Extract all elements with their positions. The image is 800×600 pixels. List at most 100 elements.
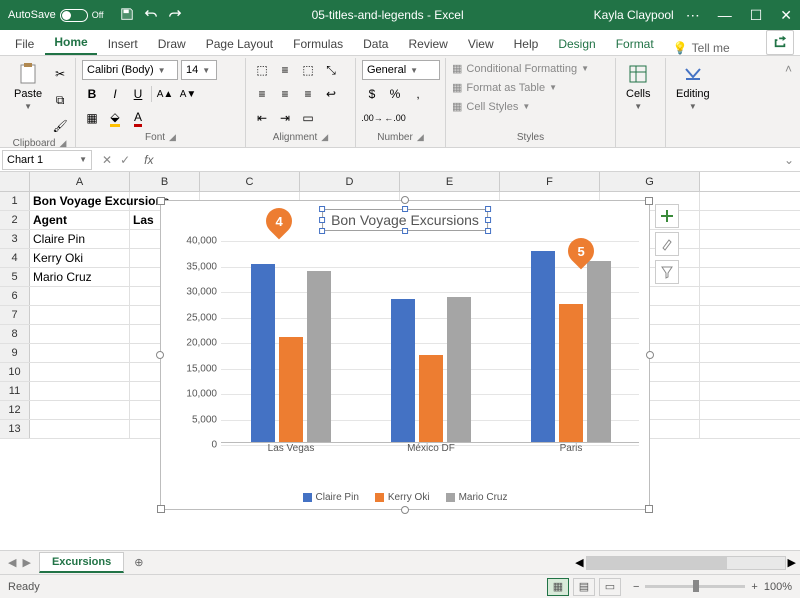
chart-bar[interactable] xyxy=(587,261,611,442)
orientation-icon[interactable]: ⤡ xyxy=(321,60,341,80)
chart-bar[interactable] xyxy=(251,264,275,443)
hscrollbar[interactable] xyxy=(586,556,786,570)
cell[interactable] xyxy=(30,363,130,381)
cell[interactable] xyxy=(30,325,130,343)
column-header[interactable]: E xyxy=(400,172,500,191)
column-header[interactable]: G xyxy=(600,172,700,191)
fill-color-icon[interactable]: ⬙ xyxy=(105,108,125,128)
decrease-font-icon[interactable]: A▼ xyxy=(178,84,198,104)
chart-bar[interactable] xyxy=(307,271,331,442)
chart-title[interactable]: Bon Voyage Excursions xyxy=(322,209,488,231)
collapse-ribbon-icon[interactable]: ˄ xyxy=(781,58,796,147)
chart-bar[interactable] xyxy=(447,297,471,442)
chart-handle[interactable] xyxy=(645,505,653,513)
expand-formula-bar-icon[interactable]: ⌄ xyxy=(778,153,800,167)
align-bottom-icon[interactable]: ⬚ xyxy=(298,60,318,80)
cell[interactable]: Agent xyxy=(30,211,130,229)
cell[interactable] xyxy=(30,344,130,362)
alignment-launcher-icon[interactable]: ◢ xyxy=(321,132,328,143)
tab-home[interactable]: Home xyxy=(45,31,96,55)
tab-file[interactable]: File xyxy=(6,33,43,55)
row-header[interactable]: 10 xyxy=(0,363,30,381)
column-header[interactable]: A xyxy=(30,172,130,191)
font-launcher-icon[interactable]: ◢ xyxy=(169,132,176,143)
sheet-nav-prev-icon[interactable]: ◀ xyxy=(8,556,16,569)
row-header[interactable]: 6 xyxy=(0,287,30,305)
tab-insert[interactable]: Insert xyxy=(99,33,147,55)
row-header[interactable]: 4 xyxy=(0,249,30,267)
editing-button[interactable]: Editing ▼ xyxy=(672,60,714,113)
increase-font-icon[interactable]: A▲ xyxy=(155,84,175,104)
decrease-indent-icon[interactable]: ⇤ xyxy=(252,108,272,128)
percent-format-icon[interactable]: % xyxy=(385,84,405,104)
tab-draw[interactable]: Draw xyxy=(149,33,195,55)
column-header[interactable]: C xyxy=(200,172,300,191)
column-header[interactable]: D xyxy=(300,172,400,191)
zoom-in-button[interactable]: + xyxy=(751,581,757,593)
hscroll-right-icon[interactable]: ▶ xyxy=(788,556,796,569)
row-header[interactable]: 5 xyxy=(0,268,30,286)
close-icon[interactable]: ✕ xyxy=(780,7,792,24)
paste-button[interactable]: Paste ▼ xyxy=(10,60,46,113)
chart-handle[interactable] xyxy=(401,196,409,204)
name-box[interactable]: Chart 1▼ xyxy=(2,150,92,170)
zoom-out-button[interactable]: − xyxy=(633,581,639,593)
cell[interactable]: Mario Cruz xyxy=(30,268,130,286)
cells-button[interactable]: Cells ▼ xyxy=(622,60,654,113)
align-middle-icon[interactable]: ≡ xyxy=(275,60,295,80)
bold-button[interactable]: B xyxy=(82,84,102,104)
column-header[interactable]: B xyxy=(130,172,200,191)
chart-handle[interactable] xyxy=(156,351,164,359)
undo-icon[interactable] xyxy=(144,7,158,24)
align-center-icon[interactable]: ≡ xyxy=(275,84,295,104)
row-header[interactable]: 7 xyxy=(0,306,30,324)
tab-page-layout[interactable]: Page Layout xyxy=(197,33,282,55)
autosave-toggle[interactable]: AutoSave Off xyxy=(8,9,104,22)
chart-filters-button[interactable] xyxy=(655,260,679,284)
wrap-text-icon[interactable]: ↩ xyxy=(321,84,341,104)
worksheet-grid[interactable]: ABCDEFG 1Bon Voyage Excursions2AgentLas3… xyxy=(0,172,800,550)
chart-handle[interactable] xyxy=(646,351,654,359)
row-header[interactable]: 12 xyxy=(0,401,30,419)
confirm-formula-icon[interactable]: ✓ xyxy=(120,153,130,167)
decrease-decimal-icon[interactable]: ←.00 xyxy=(385,108,405,128)
number-format-combo[interactable]: General▼ xyxy=(362,60,440,80)
maximize-icon[interactable]: ☐ xyxy=(750,7,763,24)
chart-bar[interactable] xyxy=(391,299,415,442)
hscroll-left-icon[interactable]: ◀ xyxy=(575,556,583,569)
accounting-format-icon[interactable]: $ xyxy=(362,84,382,104)
chart-handle[interactable] xyxy=(401,506,409,514)
chart-styles-button[interactable] xyxy=(655,232,679,256)
tab-data[interactable]: Data xyxy=(354,33,397,55)
cell[interactable] xyxy=(30,401,130,419)
underline-button[interactable]: U xyxy=(128,84,148,104)
tab-format[interactable]: Format xyxy=(607,33,663,55)
chart-handle[interactable] xyxy=(157,197,165,205)
chart-bar[interactable] xyxy=(419,355,443,442)
row-header[interactable]: 11 xyxy=(0,382,30,400)
tab-formulas[interactable]: Formulas xyxy=(284,33,352,55)
zoom-level[interactable]: 100% xyxy=(764,581,792,593)
comma-format-icon[interactable]: , xyxy=(408,84,428,104)
minimize-icon[interactable]: — xyxy=(718,7,732,24)
row-header[interactable]: 2 xyxy=(0,211,30,229)
fx-icon[interactable]: fx xyxy=(138,153,159,167)
row-header[interactable]: 9 xyxy=(0,344,30,362)
cell[interactable]: Kerry Oki xyxy=(30,249,130,267)
add-sheet-button[interactable]: ⊕ xyxy=(124,556,153,569)
chart-handle[interactable] xyxy=(645,197,653,205)
tab-design[interactable]: Design xyxy=(549,33,604,55)
align-top-icon[interactable]: ⬚ xyxy=(252,60,272,80)
tab-help[interactable]: Help xyxy=(505,33,548,55)
column-header[interactable]: F xyxy=(500,172,600,191)
clipboard-launcher-icon[interactable]: ◢ xyxy=(59,138,66,149)
font-size-combo[interactable]: 14▼ xyxy=(181,60,217,80)
user-name[interactable]: Kayla Claypool xyxy=(594,8,674,22)
chart-bar[interactable] xyxy=(279,337,303,442)
row-header[interactable]: 3 xyxy=(0,230,30,248)
cut-icon[interactable]: ✂ xyxy=(50,64,70,84)
chart-bar[interactable] xyxy=(559,304,583,442)
cancel-formula-icon[interactable]: ✕ xyxy=(102,153,112,167)
align-right-icon[interactable]: ≡ xyxy=(298,84,318,104)
cell[interactable] xyxy=(30,287,130,305)
